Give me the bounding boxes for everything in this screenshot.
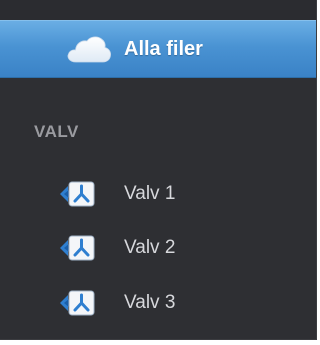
vault-item-label: Valv 1	[124, 183, 176, 204]
vaults-section-heading: VALV	[34, 122, 79, 141]
cloud-icon	[67, 36, 111, 63]
vault-item-label: Valv 3	[124, 292, 176, 313]
vault-item-label: Valv 2	[124, 237, 176, 258]
vault-icon	[60, 290, 95, 316]
sidebar-top-strip	[0, 0, 316, 20]
vault-item-2[interactable]: Valv 2	[0, 220, 316, 276]
vault-icon	[60, 235, 95, 261]
vault-list: Valv 1 Valv 2 Valv 3	[0, 168, 316, 330]
all-files-item[interactable]: Alla filer	[0, 20, 316, 78]
vault-icon	[60, 181, 95, 207]
sidebar-panel: Alla filer VALV Valv 1 Valv 2 Valv 3	[0, 0, 317, 340]
vault-item-1[interactable]: Valv 1	[0, 168, 316, 220]
vault-item-3[interactable]: Valv 3	[0, 276, 316, 330]
all-files-label: Alla filer	[124, 37, 203, 60]
